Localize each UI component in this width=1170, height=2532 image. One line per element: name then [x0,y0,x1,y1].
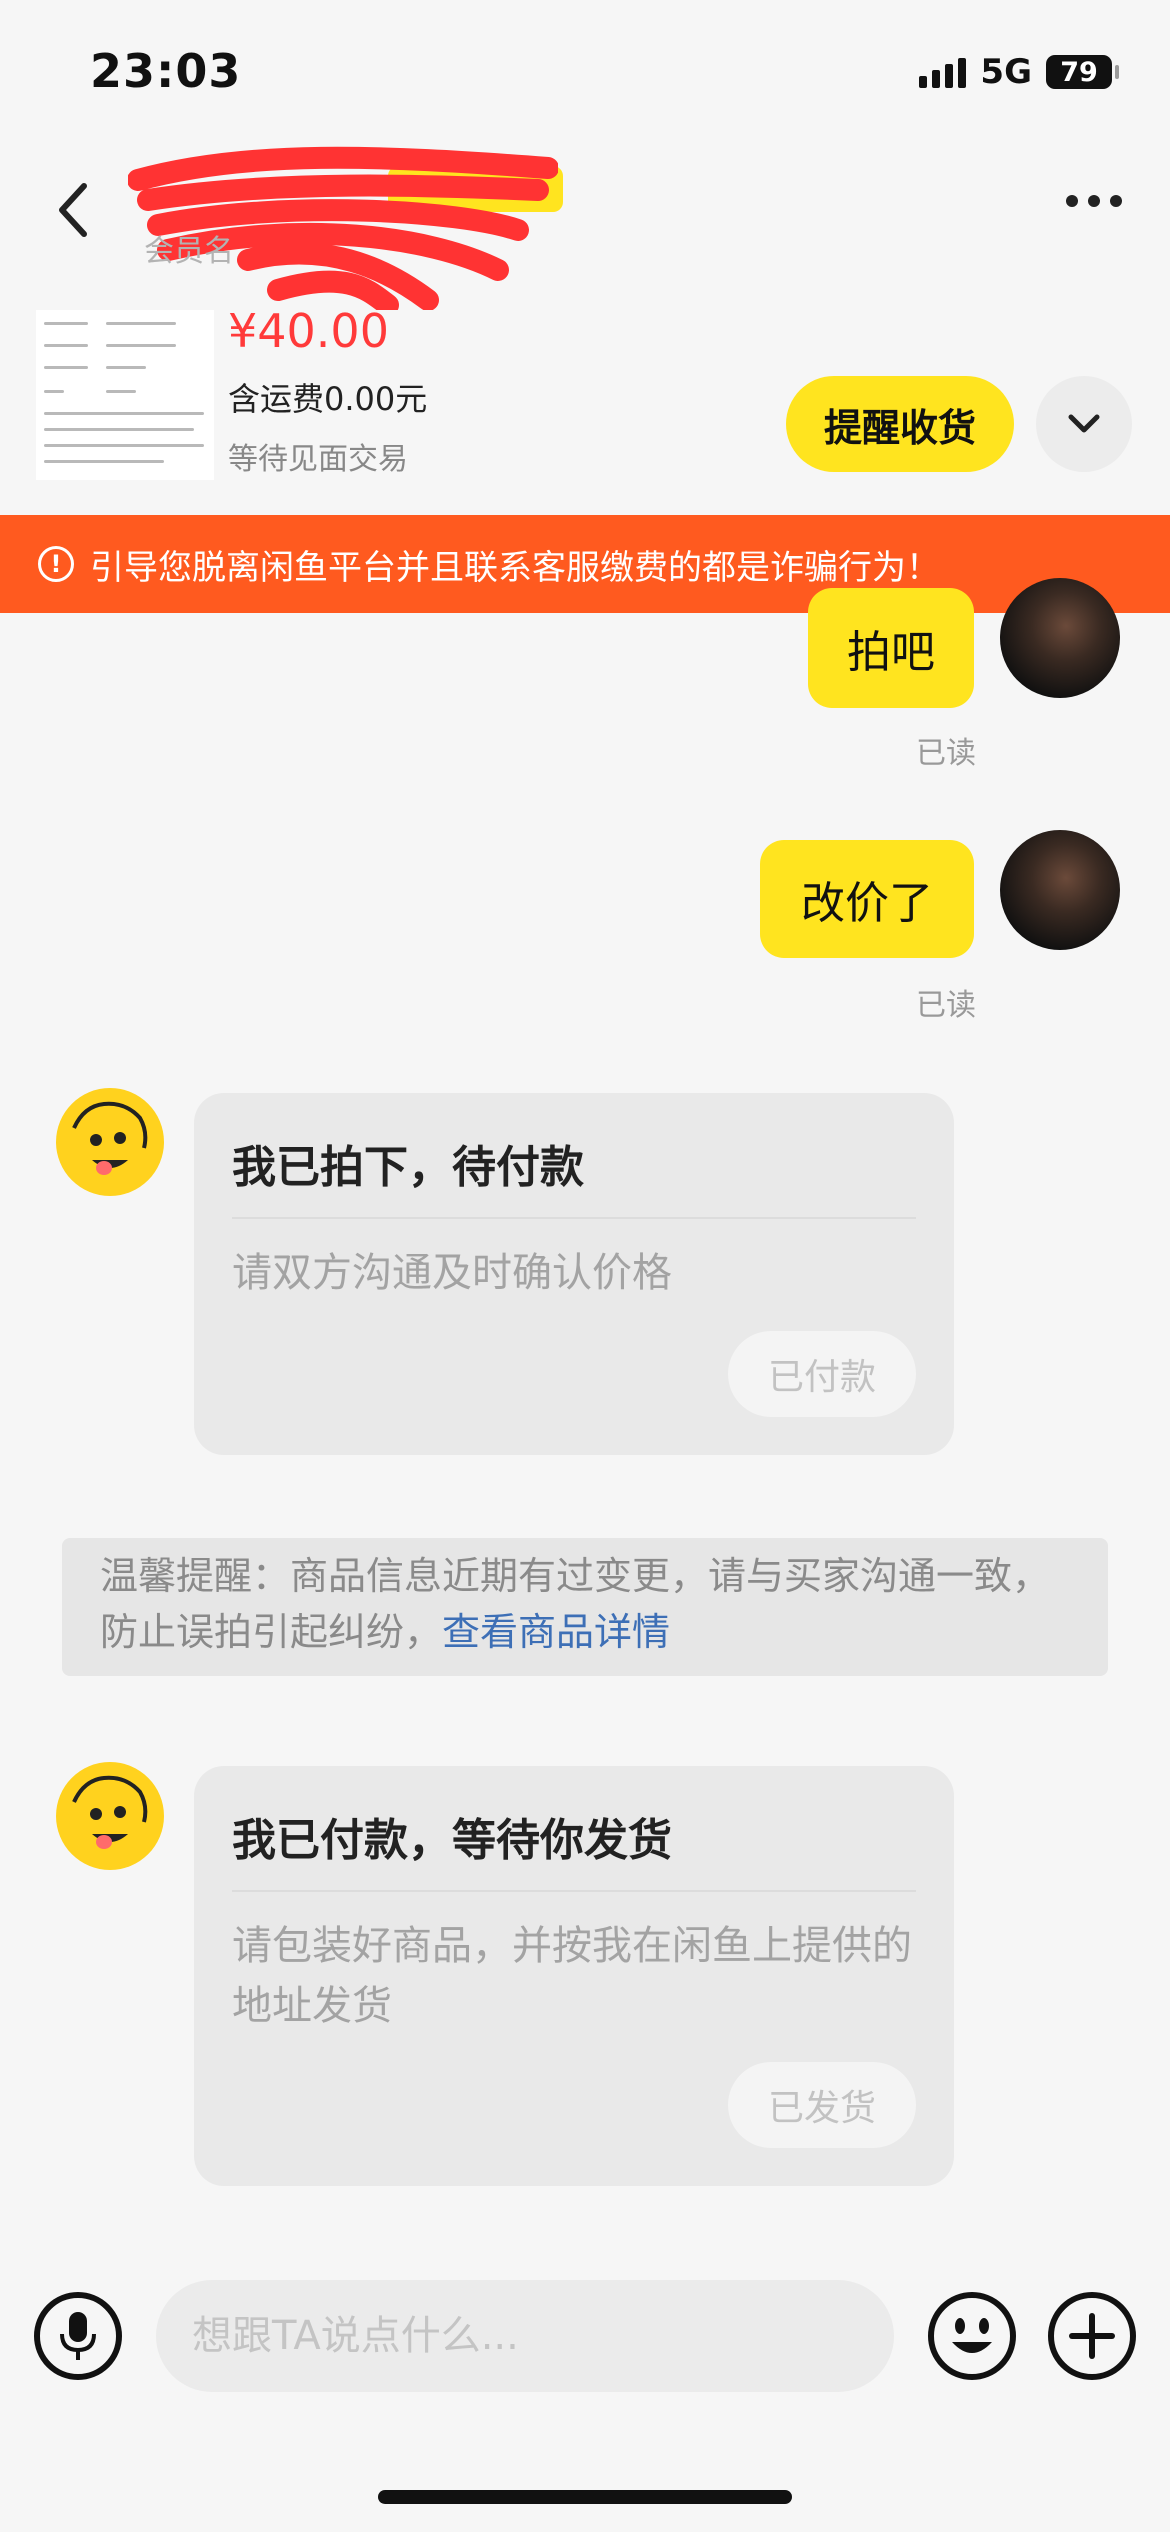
battery-icon: 79 [1046,55,1119,89]
change-notice: 温馨提醒：商品信息近期有过变更，请与买家沟通一致，防止误拍引起纠纷，查看商品详情 [62,1538,1108,1676]
read-receipt: 已读 [916,736,976,771]
member-label: 会员名 [144,234,234,269]
shipped-button[interactable]: 已发货 [728,2062,916,2148]
fraud-warning-bar: ! 引导您脱离闲鱼平台并且联系客服缴费的都是诈骗行为！ [0,515,1170,613]
divider [232,1890,916,1892]
paid-button[interactable]: 已付款 [728,1331,916,1417]
alert-icon: ! [38,546,74,582]
back-icon[interactable] [54,180,94,240]
chevron-down-icon [1068,414,1100,433]
home-indicator [378,2490,792,2504]
network-label: 5G [980,52,1032,92]
view-product-details-link[interactable]: 查看商品详情 [442,1610,670,1654]
order-status: 等待见面交易 [228,442,408,477]
order-card: 我已拍下，待付款 请双方沟通及时确认价格 已付款 [194,1093,954,1455]
product-price: ¥40.00 [228,304,389,358]
message-bubble-out[interactable]: 拍吧 [808,588,974,708]
card-title: 我已拍下，待付款 [232,1142,584,1193]
message-input[interactable] [156,2280,894,2392]
card-description: 请包装好商品，并按我在闲鱼上提供的地址发货 [232,1923,912,2029]
more-icon[interactable] [1066,195,1122,207]
signal-icon [919,56,967,88]
remind-receipt-button[interactable]: 提醒收货 [786,376,1014,472]
battery-level: 79 [1060,56,1098,88]
message-bubble-out[interactable]: 改价了 [760,840,974,958]
card-description: 请双方沟通及时确认价格 [232,1250,672,1296]
product-thumbnail[interactable] [36,310,214,480]
fish-mascot-icon [72,1775,148,1849]
voice-button[interactable] [34,2292,122,2380]
redaction-scribble [128,146,558,310]
shipping-info: 含运费0.00元 [228,380,428,418]
smiley-icon [952,2318,992,2353]
emoji-button[interactable] [928,2292,1016,2380]
avatar[interactable] [1000,578,1120,698]
order-card: 我已付款，等待你发货 请包装好商品，并按我在闲鱼上提供的地址发货 已发货 [194,1766,954,2186]
avatar[interactable] [56,1762,164,1870]
divider [232,1217,916,1219]
fish-mascot-icon [72,1101,148,1175]
microphone-icon [60,2312,96,2360]
avatar[interactable] [56,1088,164,1196]
plus-icon [1069,2313,1115,2359]
status-time: 23:03 [90,44,242,98]
warning-text: 引导您脱离闲鱼平台并且联系客服缴费的都是诈骗行为！ [90,547,940,588]
status-icons: 5G 79 [919,52,1119,92]
card-title: 我已付款，等待你发货 [232,1815,672,1866]
avatar[interactable] [1000,830,1120,950]
read-receipt: 已读 [916,988,976,1023]
expand-button[interactable] [1036,376,1132,472]
add-button[interactable] [1048,2292,1136,2380]
